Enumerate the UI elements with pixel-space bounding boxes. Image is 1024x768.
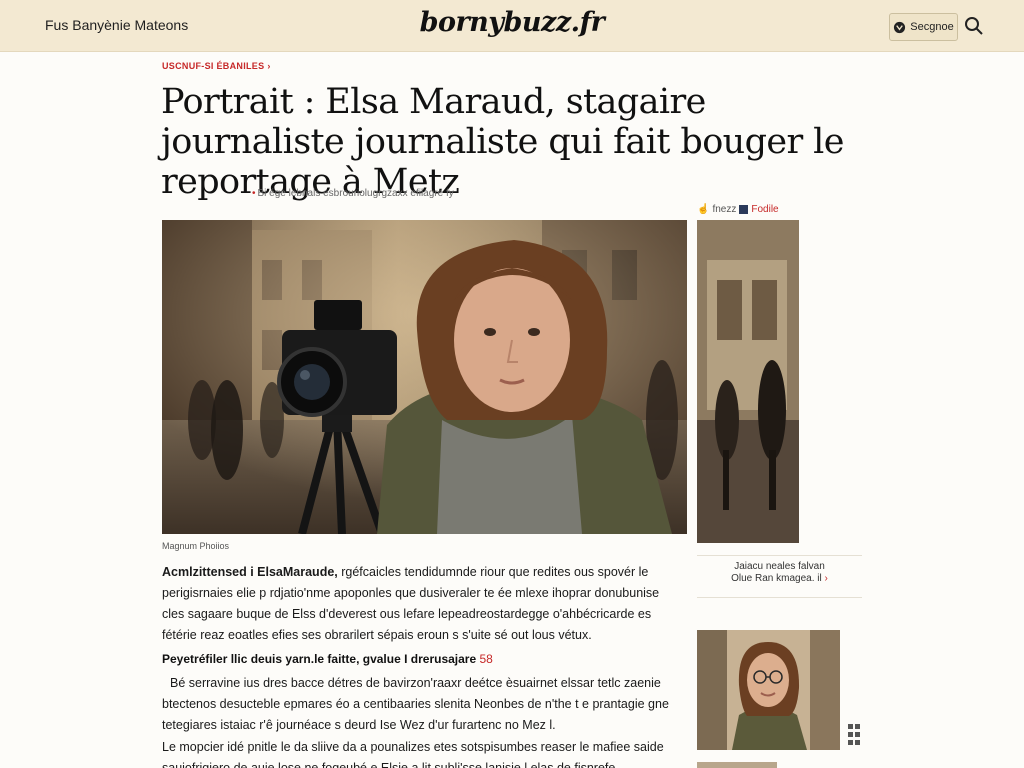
share-bar: ☝ fnezz Fodile — [697, 204, 779, 215]
portrait-photo-illustration — [162, 220, 687, 534]
street-photo-illustration — [697, 220, 799, 543]
byline-marker-icon: • — [252, 188, 256, 199]
subheading-number: 58 — [479, 652, 493, 666]
sidebar-related-link[interactable]: Jaiacu neales falvan Olue Ran kmagea. il… — [697, 555, 862, 598]
article-paragraph-3: Le mopcier idé pnitle le da sliive da a … — [162, 740, 664, 768]
article-paragraph-2: Bé serravine ius dres bacce détres de ba… — [162, 676, 669, 732]
user-icon — [894, 21, 906, 33]
subheading-text: Peyetréfiler llic deuis yarn.le faitte, … — [162, 652, 480, 666]
thumbnail-photo-illustration — [697, 630, 840, 750]
grid-icon[interactable] — [846, 722, 862, 752]
sidebar-related-line2[interactable]: Olue Ran kmagea. il › — [697, 573, 862, 585]
sidebar-thumbnail-next[interactable] — [697, 762, 777, 768]
main-photo — [162, 220, 687, 534]
article-title: Portrait : Elsa Maraud, stagaire journal… — [161, 82, 844, 202]
share-badge-icon — [739, 205, 749, 214]
chevron-right-icon: › — [824, 573, 828, 584]
breadcrumb-label: Uscnuf-si ébaniles — [162, 61, 265, 71]
sidebar-thumbnail[interactable] — [697, 630, 840, 750]
thumb-icon: ☝ — [697, 204, 710, 215]
site-header: Fus Banyènie Mateons bornybuzz.fr Secgno… — [0, 0, 1024, 52]
sidebar-related-line2-text: Olue Ran kmagea. il — [731, 573, 822, 584]
article-byline: • Bi ége lebnals esbrouriolugrgzaxx efila… — [252, 188, 454, 199]
share-label: fnezz — [712, 204, 737, 215]
byline-text: Bi ége lebnals esbrouriolugrgzaxx efilag… — [257, 188, 454, 199]
breadcrumb[interactable]: Uscnuf-si ébaniles › — [162, 61, 271, 71]
article-subheading: Peyetréfiler llic deuis yarn.le faitte, … — [162, 652, 493, 666]
login-button[interactable]: Secgnoe — [889, 13, 958, 41]
photo-caption: Magnum Phoiios — [162, 541, 230, 551]
search-icon[interactable] — [962, 14, 986, 38]
chevron-right-icon: › — [267, 61, 271, 71]
side-photo — [697, 220, 799, 543]
share-link[interactable]: Fodile — [751, 204, 778, 215]
login-button-label: Secgnoe — [910, 21, 954, 33]
sidebar-related-line1: Jaiacu neales falvan — [734, 561, 825, 572]
article-paragraph-1: Acmlzittensed i ElsaMaraude, rgéfcaicles… — [162, 562, 682, 646]
header-nav-link[interactable]: Fus Banyènie Mateons — [45, 17, 188, 33]
site-logo-text[interactable]: bornybuzz.fr — [420, 7, 605, 38]
paragraph-lead: Acmlzittensed i ElsaMaraude, — [162, 565, 342, 579]
